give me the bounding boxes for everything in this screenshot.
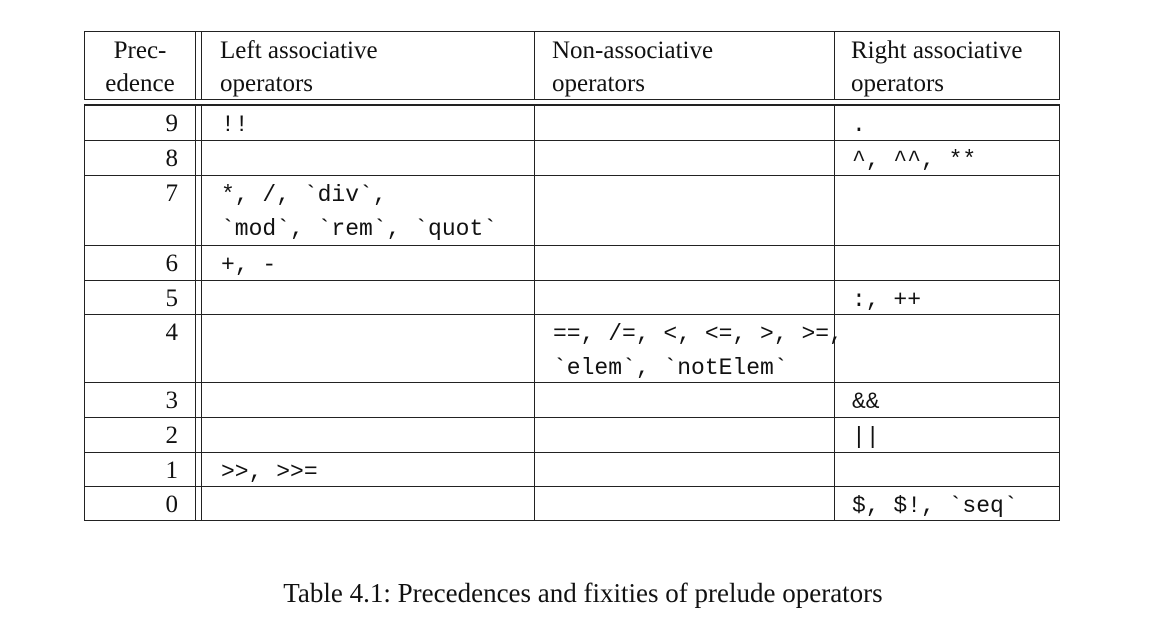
left-assoc-cell: +, - bbox=[221, 252, 277, 278]
table-row: 2 || bbox=[85, 417, 1059, 452]
table-row: 0 $, $!, `seq` bbox=[85, 486, 1059, 520]
header-non-line2: operators bbox=[552, 70, 646, 97]
header-left-line1: Left associative bbox=[220, 37, 378, 64]
table-row: 5 :, ++ bbox=[85, 280, 1059, 314]
header-right-line1: Right associative bbox=[851, 37, 1023, 64]
left-assoc-cell: !! bbox=[221, 112, 249, 138]
precedence-cell: 1 bbox=[165, 457, 179, 484]
right-assoc-cell: ^, ^^, ** bbox=[852, 147, 977, 173]
right-assoc-cell: && bbox=[852, 389, 880, 415]
header-left-associative: Left associative operators bbox=[220, 34, 378, 100]
precedence-cell: 7 bbox=[165, 180, 179, 207]
left-assoc-cell: *, /, `div`, `mod`, `rem`, `quot` bbox=[221, 182, 498, 242]
table-body: 9 !! . 8 ^, ^^, ** 7 *, /, `div`, `mod`,… bbox=[84, 104, 1060, 521]
header-non-line1: Non-associative bbox=[552, 37, 714, 64]
precedence-cell: 0 bbox=[165, 491, 179, 518]
precedence-cell: 5 bbox=[165, 285, 179, 312]
operator-precedence-table: Prec- edence Left associative operators … bbox=[84, 31, 1060, 521]
header-non-associative: Non-associative operators bbox=[552, 34, 713, 100]
precedence-cell: 3 bbox=[165, 387, 179, 414]
table-header: Prec- edence Left associative operators … bbox=[84, 31, 1060, 100]
precedence-cell: 9 bbox=[165, 110, 179, 137]
table-row: 7 *, /, `div`, `mod`, `rem`, `quot` bbox=[85, 175, 1059, 245]
header-right-associative: Right associative operators bbox=[851, 34, 1023, 100]
precedence-cell: 4 bbox=[165, 319, 179, 346]
precedence-cell: 8 bbox=[165, 145, 179, 172]
header-left-line2: operators bbox=[220, 70, 314, 97]
precedence-cell: 6 bbox=[165, 250, 179, 277]
table-row: 6 +, - bbox=[85, 245, 1059, 280]
table-row: 8 ^, ^^, ** bbox=[85, 140, 1059, 175]
header-right-line2: operators bbox=[851, 70, 945, 97]
header-precedence: Prec- edence bbox=[85, 34, 195, 100]
table-caption: Table 4.1: Precedences and fixities of p… bbox=[283, 578, 883, 608]
left-assoc-cell: >>, >>= bbox=[221, 459, 318, 485]
right-assoc-cell: :, ++ bbox=[852, 287, 922, 313]
header-precedence-line1: Prec- bbox=[113, 37, 167, 64]
header-precedence-line2: edence bbox=[105, 70, 175, 97]
right-assoc-cell: . bbox=[852, 112, 866, 138]
right-assoc-cell: || bbox=[852, 424, 880, 450]
right-assoc-cell: $, $!, `seq` bbox=[852, 493, 1018, 519]
table-row: 3 && bbox=[85, 382, 1059, 417]
precedence-cell: 2 bbox=[165, 422, 179, 449]
table-row: 1 >>, >>= bbox=[85, 452, 1059, 486]
table-row: 9 !! . bbox=[85, 105, 1059, 140]
non-assoc-cell: ==, /=, <, <=, >, >=, `elem`, `notElem` bbox=[553, 321, 843, 381]
table-row: 4 ==, /=, <, <=, >, >=, `elem`, `notElem… bbox=[85, 314, 1059, 382]
